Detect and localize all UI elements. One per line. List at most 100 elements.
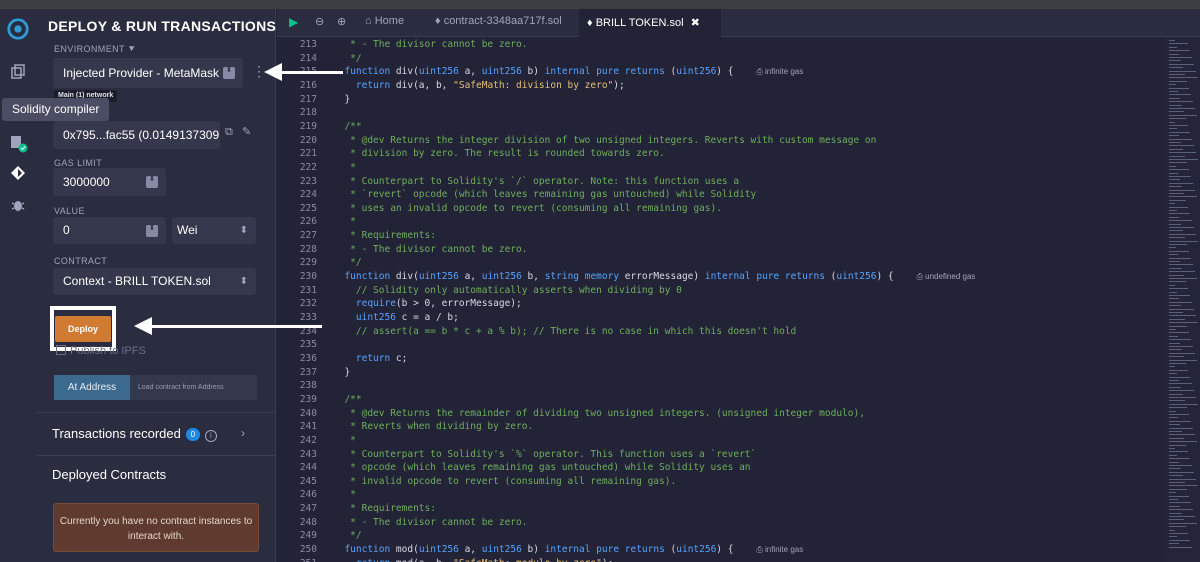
contract-select[interactable]: Context - BRILL TOKEN.sol ⬍ <box>53 268 256 295</box>
file-explorer-icon[interactable] <box>6 60 30 84</box>
minimap-line <box>1169 417 1178 419</box>
minimap-line <box>1169 359 1197 361</box>
code-token: uint256 <box>481 544 522 556</box>
minimap-line <box>1169 206 1188 208</box>
gas-limit-input[interactable]: 3000000 ⬍ <box>53 168 166 196</box>
code-editor[interactable]: * - The divisor cannot be zero. */ funct… <box>333 37 1163 562</box>
code-token: ); <box>613 79 625 91</box>
minimap-line <box>1169 169 1189 171</box>
code-token: ( <box>664 66 677 78</box>
minimap-line <box>1169 193 1184 194</box>
minimap-line <box>1169 492 1176 494</box>
tab-contract-file[interactable]: ♦ contract-3348aa717f.sol <box>435 15 562 27</box>
minimap-line <box>1169 356 1184 358</box>
minimap-line <box>1169 431 1182 432</box>
checkbox-icon <box>56 345 66 355</box>
publish-ipfs-checkbox[interactable]: Publish to IPFS <box>56 345 146 357</box>
code-line: * Reverts when dividing by zero. <box>333 421 533 432</box>
code-token: errorMessage) <box>619 271 705 283</box>
minimap-line <box>1169 373 1177 375</box>
minimap-line <box>1169 495 1189 497</box>
info-icon[interactable]: i <box>204 430 217 442</box>
code-token: } <box>333 366 351 378</box>
environment-select[interactable]: Injected Provider - MetaMask ⬍ <box>53 58 243 88</box>
code-token: uint256 <box>418 66 459 78</box>
deployed-contracts-title: Deployed Contracts <box>52 467 167 482</box>
deploy-button[interactable]: Deploy <box>55 316 111 342</box>
minimap-line <box>1169 46 1177 48</box>
minimap-line <box>1169 383 1192 385</box>
code-token: /** <box>333 393 362 405</box>
zoom-out-icon[interactable]: ⊖ <box>315 15 324 28</box>
transactions-recorded-label: Transactions recorded <box>52 426 181 441</box>
minimap-line <box>1169 74 1185 75</box>
minimap-line <box>1169 397 1196 398</box>
transactions-chevron-icon[interactable]: › <box>241 426 245 440</box>
annotation-arrow-head <box>134 317 152 335</box>
at-address-button[interactable]: At Address <box>54 375 130 400</box>
code-line: * Counterpart to Solidity's `/` operator… <box>333 176 739 187</box>
tab-brill-token[interactable]: ♦ BRILL TOKEN.sol ✖ <box>579 9 721 37</box>
line-number: 217 <box>299 93 317 105</box>
copy-icon[interactable]: ⧉ <box>225 126 233 139</box>
tab-home[interactable]: ⌂ Home <box>365 15 404 27</box>
divider <box>36 412 276 413</box>
minimap-line <box>1169 448 1175 449</box>
line-number: 250 <box>299 544 317 556</box>
line-number: 239 <box>299 393 317 405</box>
minimap-line <box>1169 478 1196 480</box>
minimap-line <box>1169 482 1185 483</box>
minimap-line <box>1169 346 1193 347</box>
run-icon[interactable]: ▶ <box>289 15 298 29</box>
minimap-line <box>1169 519 1184 521</box>
code-line: function div(uint256 a, uint256 b, strin… <box>333 271 975 282</box>
zoom-in-icon[interactable]: ⊕ <box>337 15 346 28</box>
editor-tab-bar: ▶ ⊖ ⊕ ⌂ Home ♦ contract-3348aa717f.sol ♦… <box>277 9 1200 37</box>
value-stepper-icon[interactable]: ⬍ <box>146 224 158 237</box>
code-token: uint256 <box>676 66 717 78</box>
minimap-line <box>1169 529 1175 531</box>
code-token: uint256 <box>481 66 522 78</box>
code-token: c; <box>395 352 408 364</box>
line-number-gutter: 2132142152162172182192202212222232242252… <box>277 37 322 562</box>
transactions-recorded[interactable]: Transactions recorded 0 i <box>52 426 217 442</box>
remix-logo-icon[interactable] <box>6 17 30 41</box>
code-token: * `revert` opcode (which leaves remainin… <box>333 189 757 201</box>
minimap-line <box>1169 308 1194 310</box>
code-token: uint256 <box>418 544 459 556</box>
minimap-line <box>1169 111 1184 113</box>
minimap-line <box>1169 298 1179 300</box>
account-select[interactable]: 0x795...fac55 (0.0149137309 <box>53 121 220 149</box>
panel-title: DEPLOY & RUN TRANSACTIONS✔› <box>48 18 309 35</box>
code-line: */ <box>333 53 361 64</box>
code-token: * invalid opcode to revert (consuming al… <box>333 475 677 487</box>
line-number: 216 <box>299 79 317 91</box>
line-number: 226 <box>299 216 317 228</box>
close-tab-icon[interactable]: ✖ <box>691 17 700 29</box>
panel-title-text: DEPLOY & RUN TRANSACTIONS <box>48 18 277 34</box>
line-number: 251 <box>277 558 317 562</box>
code-line: return div(a, b, "SafeMath: division by … <box>333 80 625 91</box>
gas-limit-stepper-icon[interactable]: ⬍ <box>146 175 158 188</box>
minimap-line <box>1169 407 1187 409</box>
contract-label: CONTRACT <box>54 256 108 266</box>
code-token: * <box>333 216 356 228</box>
minimap-line <box>1169 43 1188 45</box>
solidity-compiler-icon[interactable] <box>6 131 30 155</box>
minimap-line <box>1169 315 1196 317</box>
minimap[interactable] <box>1165 37 1200 562</box>
gas-estimate: ⎙ undefined gas <box>916 272 976 282</box>
contract-dropdown-icon: ⬍ <box>239 276 248 287</box>
minimap-line <box>1169 461 1179 463</box>
debugger-icon[interactable] <box>6 193 30 217</box>
minimap-line <box>1169 441 1197 443</box>
value-unit-select[interactable]: Wei ⬍ <box>172 217 256 244</box>
minimap-line <box>1169 186 1182 188</box>
edit-icon[interactable]: ✎ <box>242 125 251 138</box>
deploy-run-icon[interactable] <box>6 161 30 185</box>
value-input[interactable]: 0 ⬍ <box>53 217 166 244</box>
minimap-line <box>1169 284 1175 286</box>
load-contract-input[interactable]: Load contract from Address <box>130 375 257 400</box>
minimap-line <box>1169 454 1177 456</box>
code-token: return <box>333 79 396 91</box>
